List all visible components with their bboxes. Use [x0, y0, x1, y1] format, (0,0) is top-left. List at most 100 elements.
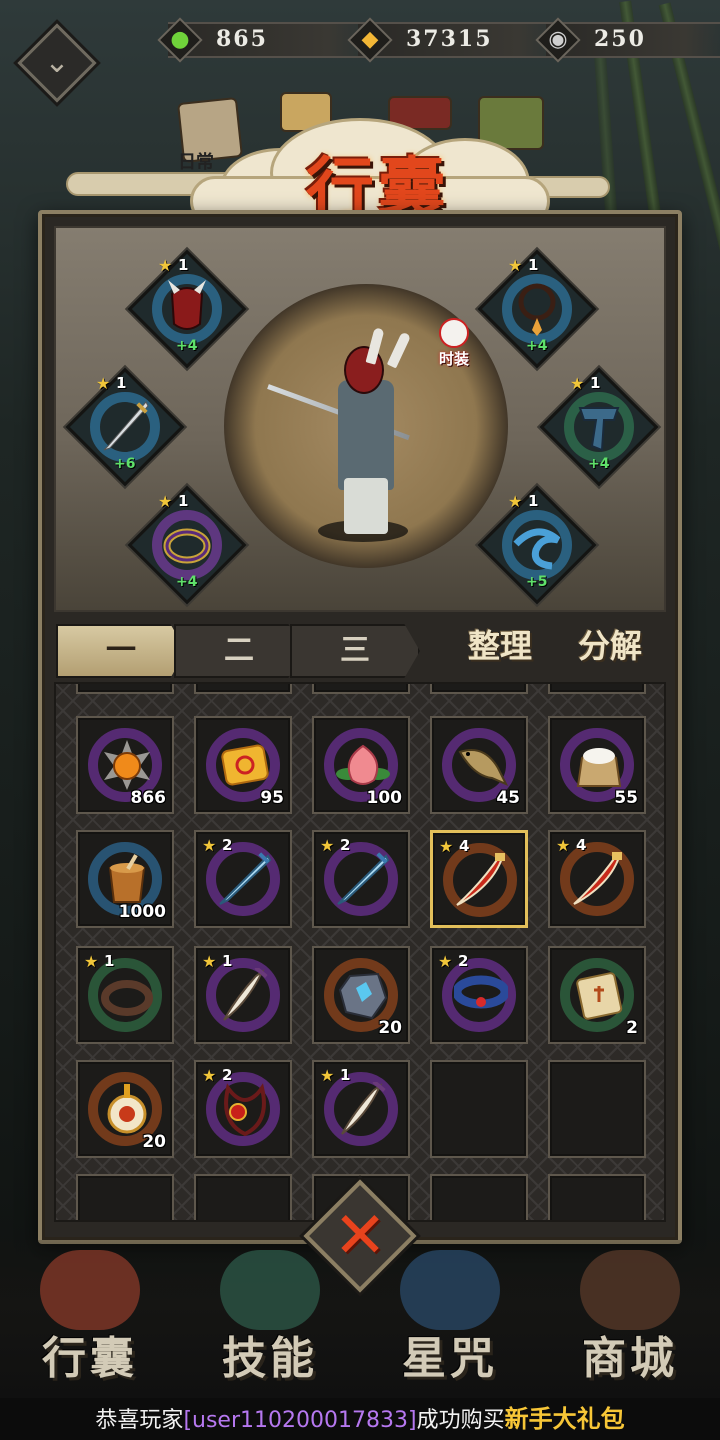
equip-slot-weapon[interactable]: ★ 1 +6 [65, 367, 185, 487]
inventory-slot-empty[interactable] [430, 1060, 528, 1158]
nav-shop[interactable]: 商城 [540, 1240, 720, 1400]
bag-page-tab-3[interactable]: 三 [290, 624, 420, 678]
red-blade-icon [455, 853, 509, 907]
equip-slot-belt[interactable]: ★ 1 +5 [477, 485, 597, 605]
costume-button[interactable]: 时装 [428, 318, 480, 380]
collapse-menu-button[interactable]: ⌄ [16, 22, 98, 104]
close-button[interactable]: ✕ [303, 1179, 417, 1293]
item-star-count: 2 [222, 836, 233, 854]
equip-bonus: +4 [176, 574, 198, 590]
item-star-count: 1 [104, 952, 115, 970]
nav-bag-label: 行囊 [42, 1333, 138, 1384]
costume-label: 时装 [438, 350, 469, 368]
item-count: 100 [366, 788, 403, 808]
inventory-slot[interactable]: ★ 2 [430, 946, 528, 1044]
nav-bag[interactable]: 行囊 [0, 1240, 180, 1400]
inventory-slot[interactable] [430, 684, 528, 694]
equip-star-count: 1 [528, 492, 539, 510]
inventory-slot[interactable]: 20 [76, 1060, 174, 1158]
inventory-slot[interactable]: ★ 2 [194, 1060, 292, 1158]
equip-star-count: 1 [116, 374, 127, 392]
inventory-slot[interactable]: 2 [548, 946, 646, 1044]
dagger-icon [218, 965, 272, 1022]
inventory-slot[interactable] [312, 684, 410, 694]
red-pendant-icon [218, 1082, 272, 1137]
character-legs [344, 478, 388, 534]
ticker-middle: 成功购买 [416, 1408, 505, 1433]
star-icon: ★ [84, 952, 99, 971]
inventory-grid: 866 95 100 45 55 1000 ★ 2 ★ 2 ★ 4 ★ 4 ★ … [54, 682, 666, 1222]
close-icon: ✕ [333, 1199, 387, 1273]
item-count: 1000 [118, 902, 166, 922]
inventory-slot[interactable] [548, 684, 646, 694]
equip-slot-necklace[interactable]: ★ 1 +4 [477, 249, 597, 369]
star-icon: ★ [508, 256, 523, 275]
inventory-slot[interactable]: 20 [312, 946, 410, 1044]
star-icon: ★ [439, 837, 454, 856]
inventory-slot[interactable]: 866 [76, 716, 174, 814]
equip-slot-armor[interactable]: ★ 1 +4 [539, 367, 659, 487]
inventory-slot-empty[interactable] [548, 1174, 646, 1220]
scroll-icon [572, 968, 626, 1022]
inventory-slot[interactable]: ★ 4 [548, 830, 646, 928]
bag-icon [40, 1250, 140, 1330]
inventory-slot[interactable] [76, 684, 174, 694]
chevron-down-icon: ⌄ [44, 45, 70, 80]
jade-value: 865 [216, 26, 268, 52]
inventory-slot[interactable]: ★ 1 [312, 1060, 410, 1158]
nav-skills-label: 技能 [222, 1333, 318, 1384]
inventory-slot[interactable]: 1000 [76, 830, 174, 928]
dark-ring-icon [100, 968, 154, 1022]
inventory-slot[interactable]: 95 [194, 716, 292, 814]
star-icon: ★ [320, 836, 335, 855]
wooden-bucket-icon [100, 852, 154, 906]
star-icon: ★ [508, 492, 523, 511]
item-star-count: 2 [222, 1066, 233, 1084]
equip-star-count: 1 [178, 492, 189, 510]
inventory-slot[interactable]: 45 [430, 716, 528, 814]
inventory-slot[interactable]: ★ 2 [194, 830, 292, 928]
demon-mask-icon [162, 280, 212, 336]
item-star-count: 2 [458, 952, 469, 970]
silver-coin-icon: ◉ [534, 16, 582, 64]
shop-icon [580, 1250, 680, 1330]
item-star-count: 4 [459, 837, 470, 855]
ticker-item: 新手大礼包 [504, 1405, 625, 1433]
inventory-slot[interactable]: 100 [312, 716, 410, 814]
equip-star-count: 1 [178, 256, 189, 274]
sort-button-label: 整理 [467, 627, 532, 665]
equip-bonus: +5 [526, 574, 548, 590]
character-body [338, 380, 394, 490]
inventory-slot[interactable]: ★ 2 [312, 830, 410, 928]
gold-coin-icon: ◆ [346, 16, 394, 64]
inventory-slot-empty[interactable] [548, 1060, 646, 1158]
nav-star-spell-label: 星咒 [402, 1333, 498, 1384]
jade-counter: ● 865 [157, 17, 368, 63]
item-count: 2 [626, 1018, 638, 1038]
crystal-ore-icon [336, 968, 390, 1022]
inventory-slot-empty[interactable] [76, 1174, 174, 1220]
silver-counter: ◉ 250 [535, 17, 720, 63]
coin-value: 37315 [406, 26, 493, 52]
nav-shop-label: 商城 [582, 1333, 678, 1384]
inventory-slot[interactable]: ★ 1 [194, 946, 292, 1044]
item-count: 45 [496, 788, 520, 808]
item-count: 95 [260, 788, 284, 808]
bag-page-tab-2[interactable]: 二 [174, 624, 304, 678]
sword-icon [100, 398, 150, 454]
inventory-slot-empty[interactable] [194, 1174, 292, 1220]
equip-slot-helmet[interactable]: ★ 1 +4 [127, 249, 247, 369]
bag-page-tab-1[interactable]: 一 [56, 624, 186, 678]
equip-slot-ring[interactable]: ★ 1 +4 [127, 485, 247, 605]
peach-icon [336, 738, 390, 792]
spirit-orb-icon [100, 738, 154, 792]
silver-value: 250 [594, 26, 646, 52]
decompose-button[interactable]: 分解 [560, 614, 660, 678]
inventory-slot[interactable]: 55 [548, 716, 646, 814]
sort-button[interactable]: 整理 [450, 614, 550, 678]
inventory-slot-empty[interactable] [430, 1174, 528, 1220]
inventory-slot-selected[interactable]: ★ 4 [430, 830, 528, 928]
inventory-slot[interactable]: ★ 1 [76, 946, 174, 1044]
purple-ring-icon [162, 516, 212, 572]
inventory-slot[interactable] [194, 684, 292, 694]
